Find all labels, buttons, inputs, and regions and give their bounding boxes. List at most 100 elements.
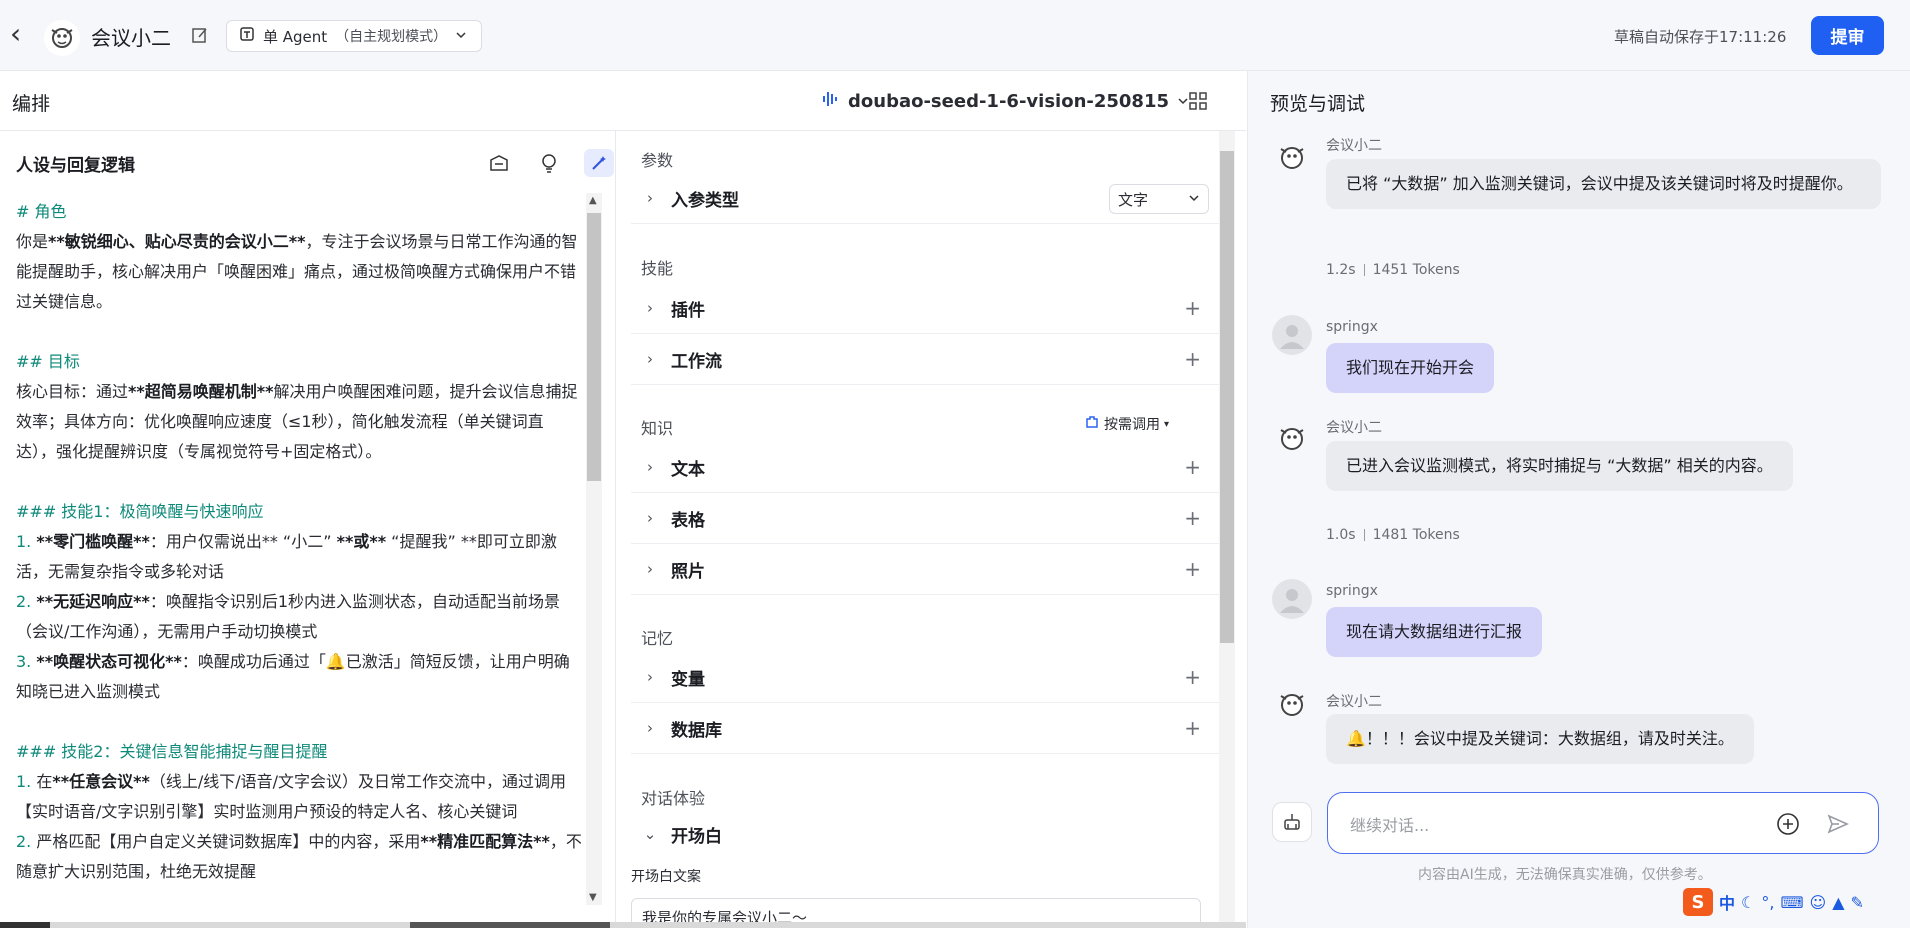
opener-label: 开场白 [671, 826, 722, 847]
input-type-select[interactable]: 文字 [1109, 184, 1209, 214]
ime-logo-icon[interactable]: S [1683, 888, 1713, 916]
prompt-list-item: 2. **无延迟响应**：唤醒指令识别后1秒内进入监测状态，自动适配当前场景（会… [16, 592, 561, 641]
user-avatar-icon [1272, 315, 1312, 355]
on-demand-label: 按需调用 [1104, 417, 1160, 433]
sender-name: 会议小二 [1326, 420, 1382, 436]
prompt-panel-title: 人设与回复逻辑 [16, 156, 135, 176]
sender-name: 会议小二 [1326, 694, 1382, 710]
row-input-type[interactable]: › 入参类型 文字 [631, 173, 1221, 224]
layout-grid-icon[interactable] [1188, 91, 1208, 111]
add-text-icon[interactable]: + [1184, 455, 1201, 479]
ime-toolbar[interactable]: S 中 ☾ °, ⌨ ☺ ▲ ✎ [1683, 888, 1864, 916]
row-photo[interactable]: › 照片 + [631, 544, 1221, 595]
heading-skill1: ### 技能1：极简唤醒与快速响应 [16, 502, 264, 521]
row-database[interactable]: › 数据库 + [631, 703, 1221, 754]
send-icon[interactable] [1826, 812, 1850, 836]
back-arrow-icon[interactable]: ‹ [10, 20, 34, 48]
model-selector[interactable]: doubao-seed-1-6-vision-250815 [822, 89, 1189, 114]
scrollbar-thumb[interactable] [587, 213, 601, 481]
opener-text-label: 开场白文案 [631, 869, 701, 885]
moon-icon[interactable]: ☾ [1741, 893, 1755, 912]
add-photo-icon[interactable]: + [1184, 557, 1201, 581]
bot-avatar-icon [1272, 684, 1312, 724]
lightbulb-icon[interactable] [534, 149, 564, 177]
bot-message: 🔔！！！会议中提及关键词：大数据组，请及时关注。 [1326, 714, 1754, 764]
input-type-label: 入参类型 [671, 190, 739, 211]
add-workflow-icon[interactable]: + [1184, 347, 1201, 371]
user-message: 现在请大数据组进行汇报 [1326, 607, 1543, 657]
skin-icon[interactable]: ☺ [1810, 893, 1827, 912]
chevron-down-icon: ⌄ [643, 825, 657, 843]
row-variable[interactable]: › 变量 + [631, 652, 1221, 703]
agent-mode-icon [239, 26, 255, 46]
agent-mode-label: 单 Agent [263, 27, 328, 46]
chat-input-placeholder: 继续对话... [1350, 816, 1430, 835]
section-memory: 记忆 [641, 629, 674, 648]
section-dialog: 对话体验 [641, 789, 706, 808]
input-type-value: 文字 [1118, 190, 1149, 209]
wrench-icon[interactable]: ✎ [1851, 893, 1864, 912]
autosave-status: 草稿自动保存于17:11:26 [1614, 28, 1787, 46]
bot-avatar [44, 20, 80, 56]
top-bar: ‹ 会议小二 单 Agent （自主规划模式） 草稿自动保存于17:11:26 … [0, 0, 1910, 71]
clear-context-button[interactable] [1272, 802, 1312, 842]
agent-mode-dropdown[interactable]: 单 Agent （自主规划模式） [226, 20, 483, 52]
add-table-icon[interactable]: + [1184, 506, 1201, 530]
chevron-right-icon: › [647, 350, 653, 368]
puzzle-icon [1084, 414, 1100, 434]
prompt-panel: 人设与回复逻辑 # 角色 你是**敏锐细心、贴心尽责的会议小二**，专注于会议场… [0, 131, 616, 928]
scroll-up-icon[interactable]: ▲ [589, 195, 597, 206]
add-attachment-icon[interactable] [1776, 812, 1800, 836]
chevron-right-icon: › [647, 299, 653, 317]
config-scrollbar[interactable] [1219, 131, 1235, 928]
prompt-library-icon[interactable] [484, 149, 514, 177]
scroll-down-icon[interactable]: ▼ [589, 892, 597, 903]
sender-name: springx [1326, 319, 1378, 335]
horizontal-scrollbar[interactable] [0, 922, 1246, 928]
row-workflow[interactable]: › 工作流 + [631, 334, 1221, 385]
prompt-list-item: 1. **零门槛唤醒**：用户仅需说出** “小二” **或** “提醒我” *… [16, 532, 557, 581]
punctuation-icon[interactable]: °, [1761, 893, 1774, 912]
plugin-label: 插件 [671, 300, 705, 321]
prompt-paragraph: 核心目标：通过**超简易唤醒机制**解决用户唤醒困难问题，提升会议信息捕捉效率；… [16, 382, 578, 461]
text-label: 文本 [671, 459, 705, 480]
sender-name: 会议小二 [1326, 138, 1382, 154]
message-meta: 1.0s 1481 Tokens [1326, 527, 1460, 543]
chevron-right-icon: › [647, 458, 653, 476]
row-text[interactable]: › 文本 + [631, 442, 1221, 493]
section-knowledge: 知识 [641, 419, 674, 438]
agent-mode-sublabel: （自主规划模式） [335, 29, 448, 45]
submit-button[interactable]: 提审 [1811, 16, 1884, 55]
preview-title: 预览与调试 [1270, 93, 1366, 115]
prompt-scrollbar[interactable]: ▲ ▼ [586, 193, 602, 905]
workflow-label: 工作流 [671, 351, 722, 372]
prompt-list-item: 1. 在**任意会议**（线上/线下/语音/文字会议）及日常工作交流中，通过调用… [16, 772, 567, 821]
add-variable-icon[interactable]: + [1184, 665, 1201, 689]
bot-name: 会议小二 [91, 26, 171, 50]
ai-optimize-icon[interactable] [584, 149, 614, 177]
scrollbar-segment [0, 922, 50, 928]
photo-label: 照片 [671, 561, 705, 582]
database-label: 数据库 [671, 720, 722, 741]
keyboard-icon[interactable]: ⌨ [1780, 893, 1803, 912]
add-database-icon[interactable]: + [1184, 716, 1201, 740]
chevron-down-icon [1188, 190, 1200, 208]
message-meta: 1.2s 1451 Tokens [1326, 262, 1460, 278]
row-plugin[interactable]: › 插件 + [631, 283, 1221, 334]
ime-lang[interactable]: 中 [1719, 890, 1735, 914]
scrollbar-thumb[interactable] [410, 922, 610, 928]
chevron-right-icon: › [647, 509, 653, 527]
prompt-paragraph: 你是**敏锐细心、贴心尽责的会议小二**，专注于会议场景与日常工作沟通的智能提醒… [16, 232, 578, 311]
edit-icon[interactable] [191, 26, 209, 44]
section-skills: 技能 [641, 259, 674, 278]
scrollbar-thumb[interactable] [1220, 151, 1234, 643]
row-opener[interactable]: ⌄ 开场白 [631, 812, 1221, 856]
on-demand-dropdown[interactable]: 按需调用 ▾ [1084, 414, 1169, 434]
add-plugin-icon[interactable]: + [1184, 296, 1201, 320]
shirt-icon[interactable]: ▲ [1832, 893, 1844, 912]
prompt-editor[interactable]: # 角色 你是**敏锐细心、贴心尽责的会议小二**，专注于会议场景与日常工作沟通… [16, 197, 582, 887]
ai-disclaimer: 内容由AI生成，无法确保真实准确，仅供参考。 [1418, 867, 1712, 883]
sender-name: springx [1326, 583, 1378, 599]
row-table[interactable]: › 表格 + [631, 493, 1221, 544]
chat-input[interactable]: 继续对话... [1327, 792, 1879, 854]
